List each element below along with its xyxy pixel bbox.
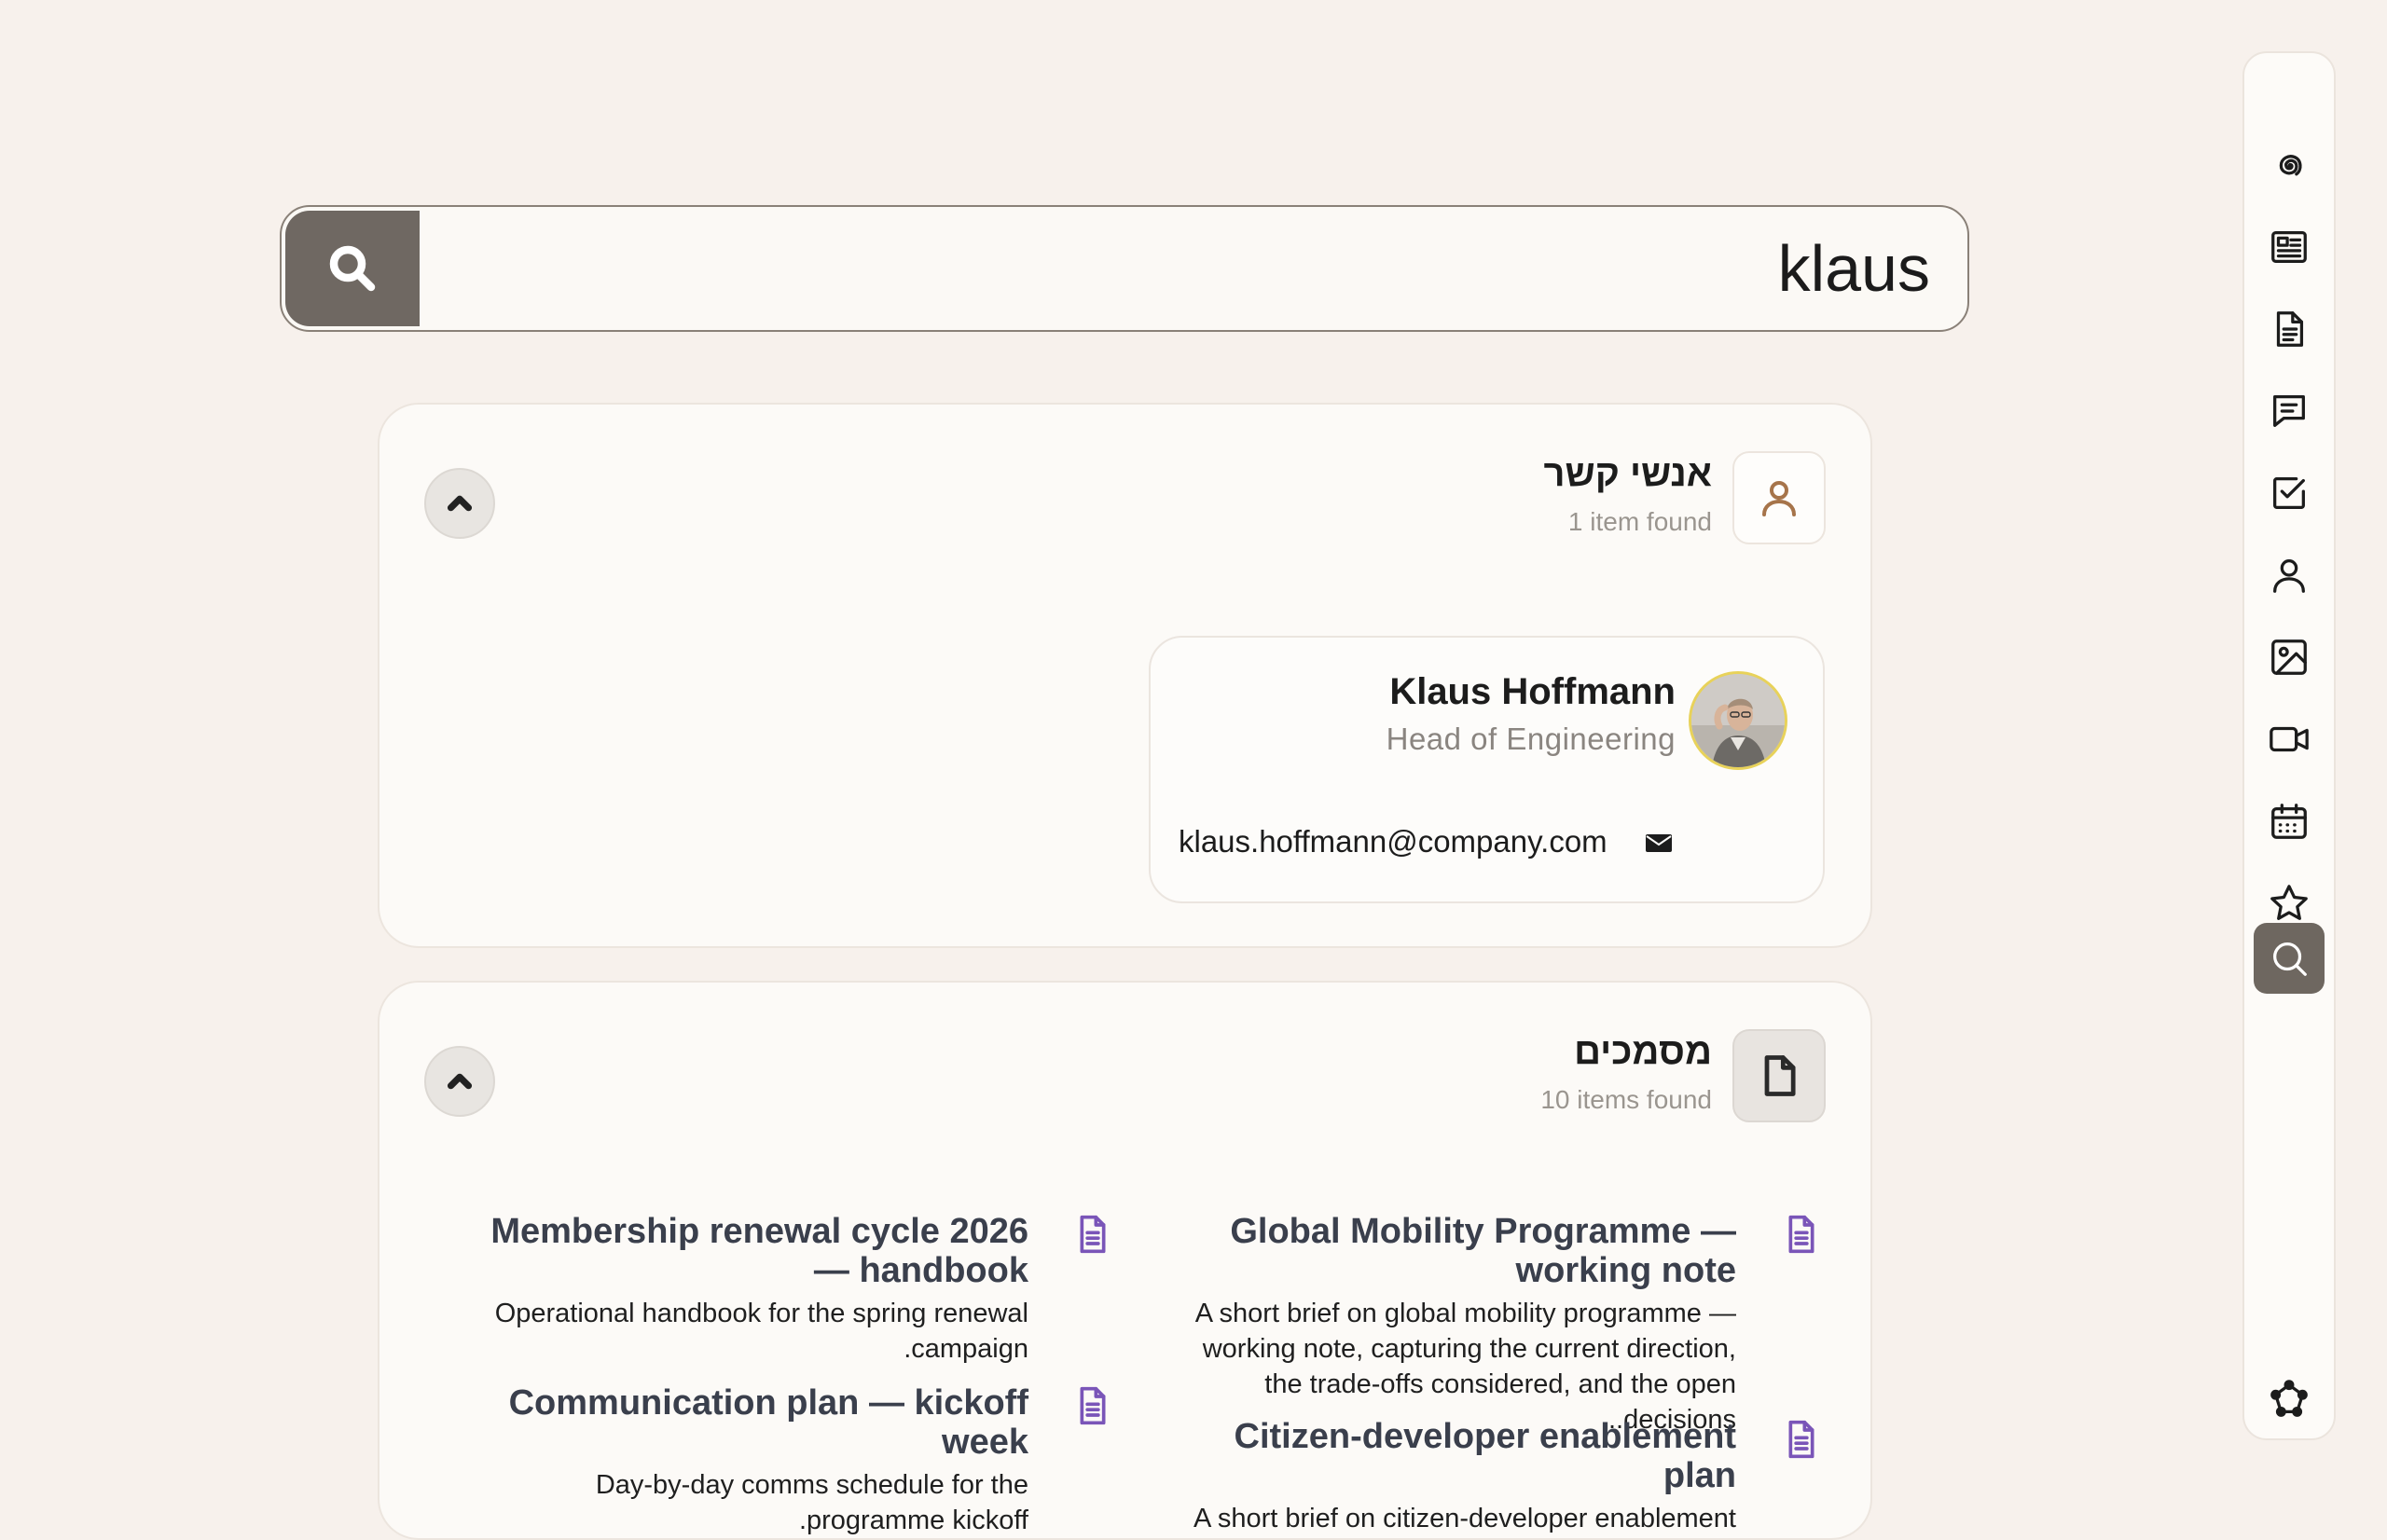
contacts-section-icon (1732, 451, 1826, 544)
document-icon (1074, 1214, 1111, 1255)
contact-email[interactable]: klaus.hoffmann@company.com (1179, 824, 1607, 859)
documents-section-icon (1732, 1029, 1826, 1122)
documents-section: מסמכים 10 items found Global Mobility Pr… (378, 981, 1872, 1540)
rail-calendar-button[interactable] (2254, 786, 2325, 857)
document-description: A short brief on citizen-developer enabl… (1194, 1504, 1736, 1533)
rail-news-button[interactable] (2254, 212, 2325, 282)
document-result[interactable]: Citizen-developer enablement plan A shor… (1158, 1417, 1736, 1536)
search-bar (280, 205, 1969, 332)
document-icon (1783, 1419, 1820, 1460)
newspaper-icon (2271, 231, 2307, 263)
avatar (1689, 671, 1787, 770)
chat-icon (2273, 395, 2305, 427)
document-title[interactable]: Membership renewal cycle 2026 — handbook (450, 1212, 1028, 1290)
rail-tasks-button[interactable] (2254, 458, 2325, 529)
image-icon (2271, 639, 2307, 675)
calendar-icon (2271, 804, 2307, 839)
search-icon (2273, 942, 2307, 976)
chevron-up-icon (447, 1073, 473, 1090)
document-description: Operational handbook for the spring rene… (494, 1299, 1028, 1364)
contacts-section-title: אנשי קשר (1543, 453, 1712, 494)
search-icon (329, 245, 376, 292)
contact-name: Klaus Hoffmann (1389, 671, 1676, 712)
person-icon (1762, 481, 1796, 516)
document-icon (1764, 1055, 1796, 1096)
rail-video-button[interactable] (2254, 704, 2325, 775)
document-title[interactable]: Citizen-developer enablement plan (1158, 1417, 1736, 1495)
search-input[interactable] (431, 207, 1930, 330)
star-icon (2270, 885, 2308, 920)
contact-card[interactable]: Klaus Hoffmann Head of Engineering klaus… (1149, 636, 1825, 903)
checkbox-icon (2273, 477, 2305, 509)
document-title[interactable]: Global Mobility Programme — working note (1158, 1212, 1736, 1290)
chevron-up-icon (447, 495, 473, 512)
rail-people-button[interactable] (2254, 540, 2325, 611)
contact-role: Head of Engineering (1386, 722, 1676, 756)
contacts-count: 1 item found (1567, 507, 1712, 536)
search-button[interactable] (285, 211, 420, 326)
collapse-documents-button[interactable] (424, 1046, 495, 1117)
rail-swirl-button[interactable] (2254, 130, 2325, 200)
contacts-section: אנשי קשר 1 item found Klaus Hoffmann Hea… (378, 403, 1872, 948)
network-icon (2270, 1380, 2308, 1417)
document-icon (1783, 1214, 1820, 1255)
document-icon (1074, 1385, 1111, 1426)
document-icon (2276, 311, 2304, 347)
person-icon (2273, 559, 2305, 593)
collapse-contacts-button[interactable] (424, 468, 495, 539)
document-description: Day-by-day comms schedule for the progra… (595, 1470, 1028, 1535)
document-result[interactable]: Global Mobility Programme — working note… (1158, 1212, 1736, 1437)
contact-photo (1691, 674, 1785, 767)
rail-search-button[interactable] (2254, 923, 2325, 994)
mail-icon[interactable] (1645, 832, 1673, 854)
swirl-icon (2279, 155, 2302, 176)
rail-chat-button[interactable] (2254, 376, 2325, 447)
rail-images-button[interactable] (2254, 622, 2325, 693)
document-result[interactable]: Communication plan — kickoff week Day-by… (450, 1383, 1028, 1538)
app-rail (2242, 51, 2336, 1440)
document-title[interactable]: Communication plan — kickoff week (450, 1383, 1028, 1462)
document-result[interactable]: Membership renewal cycle 2026 — handbook… (450, 1212, 1028, 1367)
rail-documents-button[interactable] (2254, 294, 2325, 364)
rail-network-button[interactable] (2254, 1364, 2325, 1435)
documents-count: 10 items found (1540, 1085, 1712, 1114)
documents-section-title: מסמכים (1574, 1031, 1712, 1072)
video-icon (2270, 726, 2309, 752)
